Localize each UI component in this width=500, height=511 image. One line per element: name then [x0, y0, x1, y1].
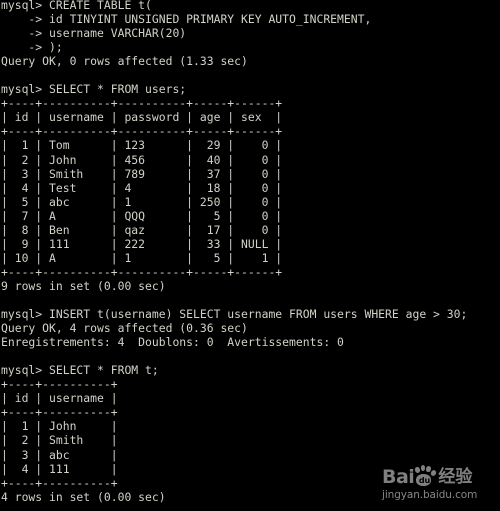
terminal-line: mysql> INSERT t(username) SELECT usernam…	[1, 307, 468, 322]
terminal-line: mysql> CREATE TABLE t(	[1, 0, 152, 12]
terminal-line: -> username VARCHAR(20)	[1, 26, 187, 41]
terminal-window[interactable]: mysql> CREATE TABLE t( -> id TINYINT UNS…	[0, 0, 500, 511]
terminal-line: Query OK, 4 rows affected (0.36 sec)	[1, 321, 248, 336]
terminal-line: | 3 | Smith | 789 | 37 | 0 |	[1, 166, 283, 181]
terminal-output: mysql> CREATE TABLE t( -> id TINYINT UNS…	[1, 0, 500, 504]
terminal-line: | 7 | A | QQQ | 5 | 0 |	[1, 208, 283, 223]
terminal-line: | 4 | 111 |	[1, 461, 118, 476]
terminal-line: | id | username | password | age | sex |	[1, 110, 283, 125]
terminal-line: +----+----------+----------+-----+------…	[1, 96, 283, 111]
terminal-line: 9 rows in set (0.00 sec)	[1, 278, 166, 293]
terminal-line: | 3 | abc |	[1, 447, 118, 462]
terminal-line: 4 rows in set (0.00 sec)	[1, 489, 166, 504]
terminal-line: +----+----------+	[1, 405, 118, 420]
terminal-line: | 5 | abc | 1 | 250 | 0 |	[1, 194, 283, 209]
terminal-line: | 9 | 111 | 222 | 33 | NULL |	[1, 236, 283, 251]
terminal-line: | 10 | A | 1 | 5 | 1 |	[1, 250, 283, 265]
terminal-line: +----+----------+----------+-----+------…	[1, 124, 283, 139]
terminal-line: mysql> SELECT * FROM t;	[1, 363, 159, 378]
terminal-line: | 4 | Test | 4 | 18 | 0 |	[1, 180, 283, 195]
terminal-line: -> );	[1, 40, 63, 55]
terminal-line: Enregistrements: 4 Doublons: 0 Avertisse…	[1, 335, 344, 350]
terminal-line: | 2 | John | 456 | 40 | 0 |	[1, 152, 283, 167]
terminal-line: | 1 | Tom | 123 | 29 | 0 |	[1, 138, 283, 153]
terminal-line: | 8 | Ben | qaz | 17 | 0 |	[1, 222, 283, 237]
terminal-line: | 1 | John |	[1, 419, 118, 434]
terminal-line: +----+----------+	[1, 377, 118, 392]
terminal-line: mysql> SELECT * FROM users;	[1, 82, 187, 97]
terminal-line: | 2 | Smith |	[1, 433, 118, 448]
terminal-line: +----+----------+	[1, 475, 118, 490]
terminal-line: +----+----------+----------+-----+------…	[1, 264, 283, 279]
terminal-line: -> id TINYINT UNSIGNED PRIMARY KEY AUTO_…	[1, 12, 372, 27]
terminal-line: | id | username |	[1, 391, 118, 406]
terminal-line: Query OK, 0 rows affected (1.33 sec)	[1, 54, 248, 69]
